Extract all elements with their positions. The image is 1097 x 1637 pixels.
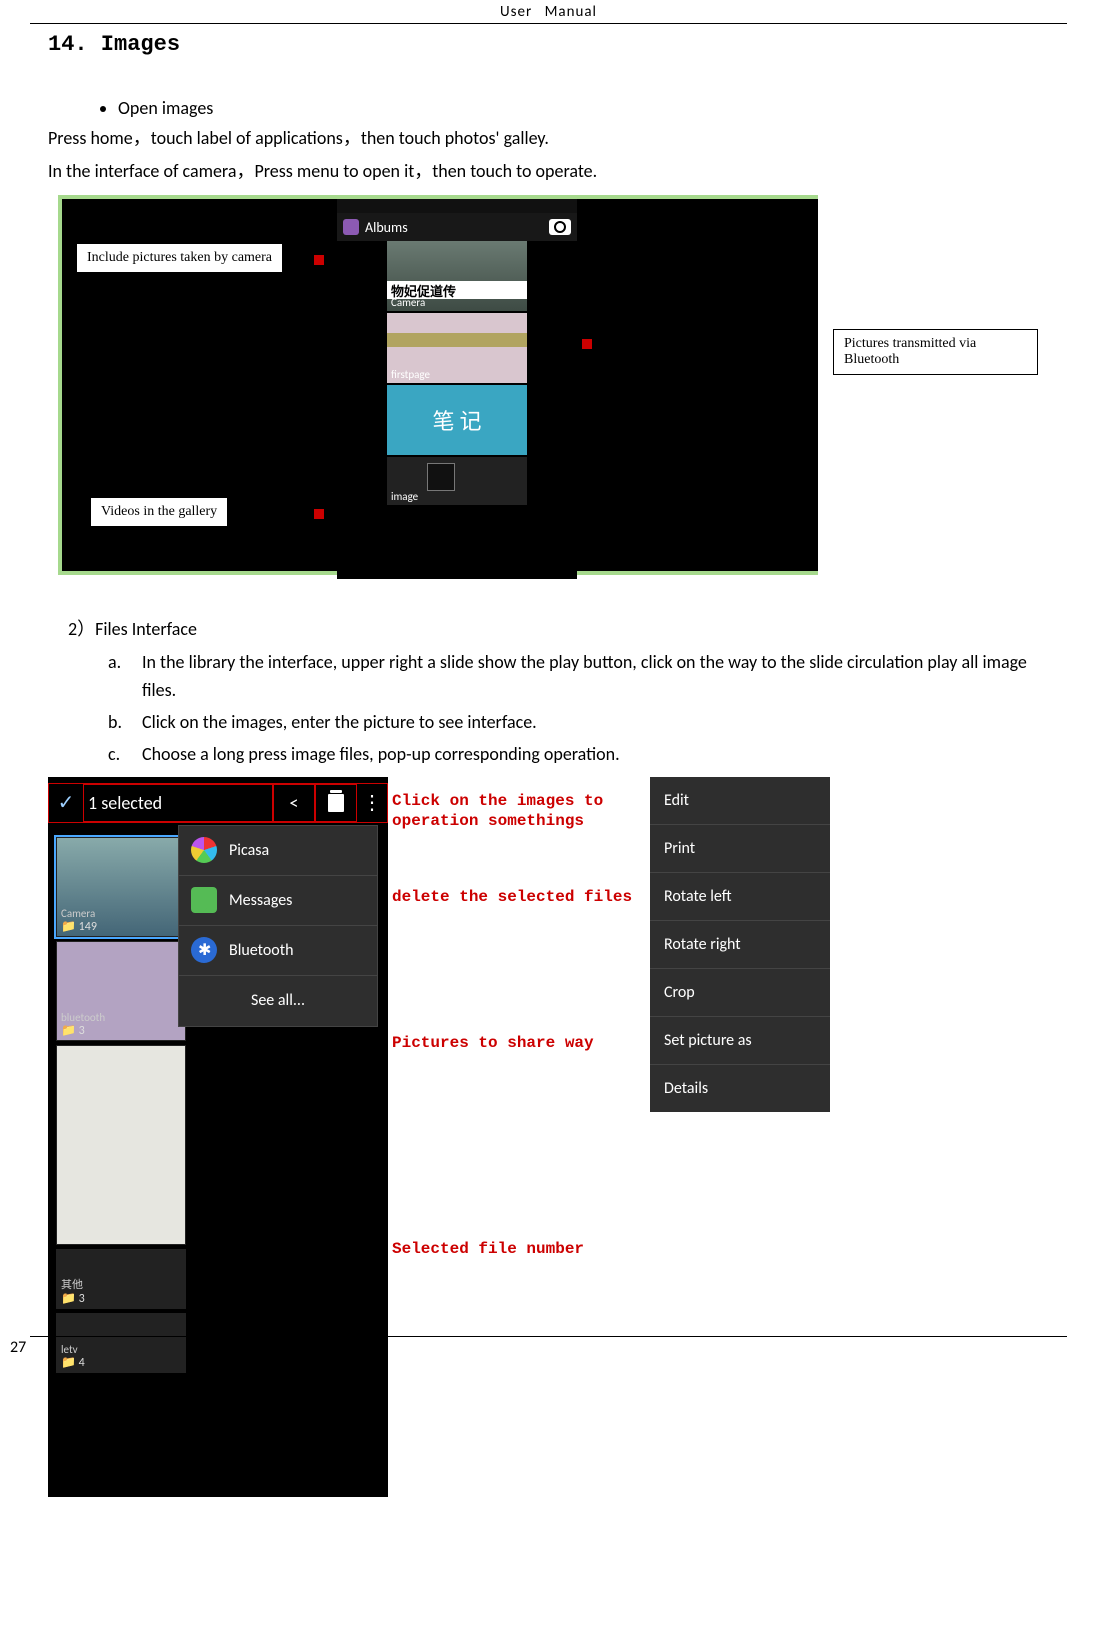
overflow-menu-icon[interactable]: ⋮: [357, 784, 387, 822]
annotation-click-images: Click on the images to operation somethi…: [392, 791, 642, 831]
intro-p1: Press home，touch label of applications，t…: [48, 125, 1049, 152]
album-tile-camera[interactable]: 物妃促道传 Camera: [387, 241, 527, 311]
ctx-print[interactable]: Print: [650, 825, 830, 873]
tile-label: 其他: [61, 1276, 83, 1292]
intro-p2: In the interface of camera，Press menu to…: [48, 158, 1049, 185]
page-header: User Manual: [30, 0, 1067, 24]
tile-camera[interactable]: Camera 📁 149: [56, 837, 186, 937]
selection-count[interactable]: 1 selected: [83, 784, 273, 822]
tile-letv[interactable]: letv 📁 4: [56, 1313, 186, 1373]
tile-count: 📁 4: [61, 1355, 85, 1370]
sec2-item-c: c.Choose a long press image files, pop-u…: [108, 741, 1049, 769]
annotation-selected-number: Selected file number: [392, 1239, 584, 1259]
album-tile-notes[interactable]: 笔 记: [387, 385, 527, 455]
sec2-heading: 2）Files Interface: [68, 615, 1049, 641]
gallery-icon: [343, 219, 359, 235]
share-option-messages[interactable]: Messages: [179, 876, 377, 926]
page-number: 27: [10, 1338, 26, 1357]
header-right: Manual: [545, 3, 597, 21]
annotation-column: Click on the images to operation somethi…: [392, 777, 642, 1497]
share-option-see-all[interactable]: See all...: [179, 976, 377, 1026]
tile-count: 📁 149: [61, 919, 97, 934]
ctx-edit[interactable]: Edit: [650, 777, 830, 825]
phone-albums: Albums 物妃促道传 Camera firstpage 笔 记 image: [337, 199, 577, 579]
figure-albums: Albums 物妃促道传 Camera firstpage 笔 记 image: [58, 195, 818, 575]
decorative-bar: [387, 333, 527, 347]
callout-camera: Include pictures taken by camera: [76, 243, 283, 273]
albums-title: Albums: [365, 219, 549, 236]
annotation-delete: delete the selected files: [392, 887, 632, 907]
ctx-rotate-left[interactable]: Rotate left: [650, 873, 830, 921]
sec2-item-a: a.In the library the interface, upper ri…: [108, 649, 1049, 705]
phone-selection: 1 selected < ⋮ Camera 📁 149 bluetooth 📁 …: [48, 777, 388, 1497]
albums-header: Albums: [337, 213, 577, 241]
notes-text: 笔 记: [433, 404, 482, 436]
ctx-set-as[interactable]: Set picture as: [650, 1017, 830, 1065]
footer-rule: [30, 1336, 1067, 1337]
picasa-icon: [191, 837, 217, 863]
album-label: Camera: [391, 296, 425, 309]
annotation-share: Pictures to share way: [392, 1033, 594, 1053]
context-menu: Edit Print Rotate left Rotate right Crop…: [650, 777, 830, 1112]
tile-count: 📁 3: [61, 1291, 85, 1306]
share-option-picasa[interactable]: Picasa: [179, 826, 377, 876]
album-tile-image[interactable]: image: [387, 457, 527, 505]
callout-videos: Videos in the gallery: [90, 497, 228, 527]
callout-connector: [314, 509, 324, 519]
callout-bluetooth: Pictures transmitted via Bluetooth: [833, 329, 1038, 375]
bluetooth-icon: [191, 937, 217, 963]
share-option-bluetooth[interactable]: Bluetooth: [179, 926, 377, 976]
sec2-c-text: Choose a long press image files, pop-up …: [142, 743, 620, 765]
ctx-rotate-right[interactable]: Rotate right: [650, 921, 830, 969]
callout-connector: [314, 255, 324, 265]
dd-label: Picasa: [229, 841, 269, 860]
album-label: image: [391, 490, 418, 503]
album-tile-firstpage[interactable]: firstpage: [387, 313, 527, 383]
book-icon: [427, 463, 455, 491]
ctx-crop[interactable]: Crop: [650, 969, 830, 1017]
tile-document[interactable]: [56, 1045, 186, 1245]
messages-icon: [191, 887, 217, 913]
dd-label: See all...: [251, 991, 305, 1010]
status-bar: [337, 199, 577, 213]
figure-files-interface: 1 selected < ⋮ Camera 📁 149 bluetooth 📁 …: [48, 777, 1049, 1497]
sec2-a-text: In the library the interface, upper righ…: [142, 651, 1027, 701]
albums-body: 物妃促道传 Camera firstpage 笔 记 image: [337, 241, 577, 579]
ctx-details[interactable]: Details: [650, 1065, 830, 1112]
share-icon[interactable]: <: [273, 784, 315, 822]
section-title: 14. Images: [48, 32, 1049, 57]
delete-icon[interactable]: [315, 784, 357, 822]
done-icon[interactable]: [49, 790, 83, 815]
callout-connector: [582, 339, 592, 349]
tile-bluetooth[interactable]: bluetooth 📁 3: [56, 941, 186, 1041]
intro-bullet: Open images: [118, 97, 1049, 119]
tile-count: 📁 3: [61, 1023, 85, 1038]
sec2-b-text: Click on the images, enter the picture t…: [142, 711, 537, 733]
share-dropdown: Picasa Messages Bluetooth See all...: [178, 825, 378, 1027]
header-left: User: [500, 3, 532, 21]
tile-other[interactable]: 其他 📁 3: [56, 1249, 186, 1309]
selection-toolbar: 1 selected < ⋮: [48, 783, 388, 823]
album-label: firstpage: [391, 368, 430, 381]
camera-icon[interactable]: [549, 219, 571, 235]
trash-icon: [328, 794, 344, 812]
sec2-item-b: b.Click on the images, enter the picture…: [108, 709, 1049, 737]
dd-label: Messages: [229, 891, 292, 910]
dd-label: Bluetooth: [229, 941, 294, 960]
